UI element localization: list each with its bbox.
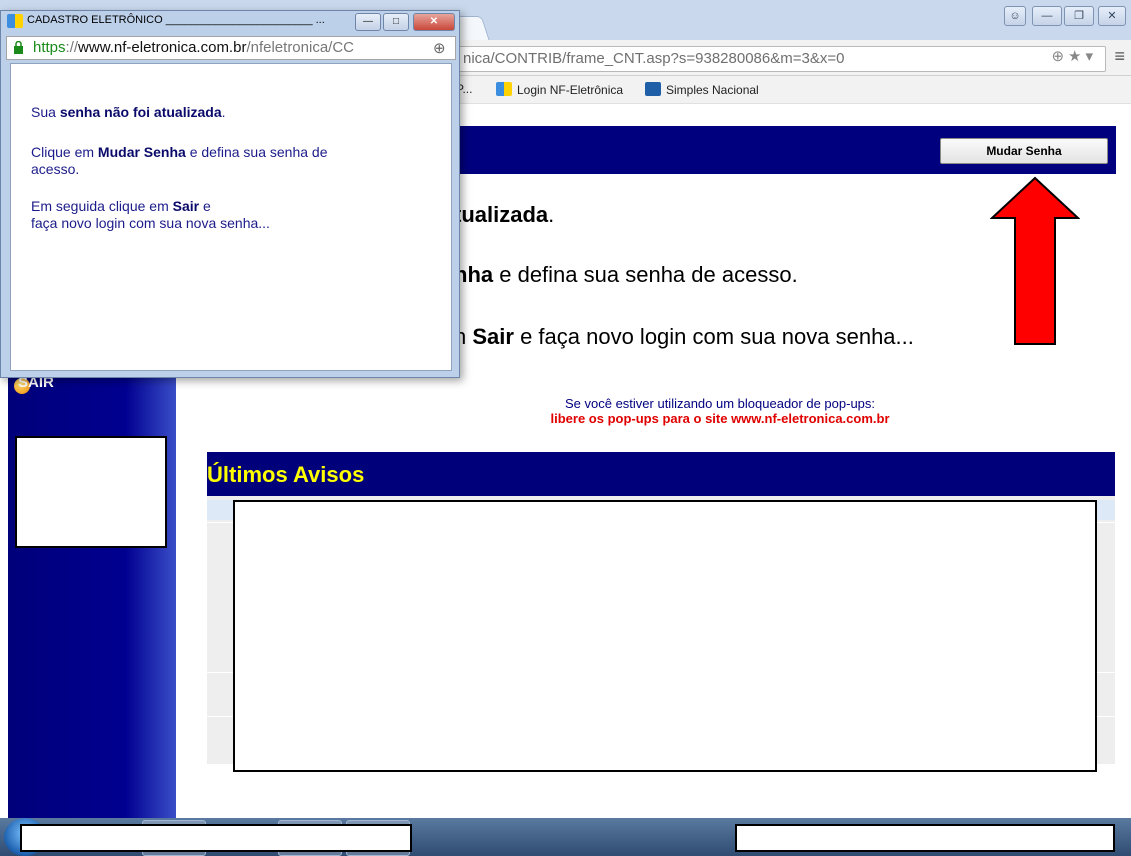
popup-window: CADASTRO ELETRÔNICO ____________________… bbox=[0, 10, 460, 378]
popup-line-3: Em seguida clique em Sair e faça novo log… bbox=[31, 198, 270, 231]
simples-nacional-favicon bbox=[645, 82, 661, 96]
bookmark-login-nf[interactable]: Login NF-Eletrônica bbox=[496, 82, 623, 97]
red-arrow-annotation bbox=[990, 176, 1080, 345]
bookmark-simples-nacional[interactable]: Simples Nacional bbox=[645, 82, 759, 97]
minimize-icon[interactable]: — bbox=[1032, 6, 1062, 26]
avisos-title: Últimos Avisos bbox=[207, 462, 365, 487]
nf-eletronica-favicon bbox=[7, 14, 23, 28]
zoom-icon[interactable]: ⊕ bbox=[1051, 48, 1068, 65]
menu-icon[interactable]: ≡ bbox=[1114, 46, 1125, 67]
popup-blocker-note: Se você estiver utilizando um bloqueador… bbox=[300, 396, 1131, 426]
popup-minimize-icon[interactable]: — bbox=[355, 13, 381, 31]
zoom-icon[interactable]: ⊕ bbox=[433, 39, 446, 57]
message-line-2: nha e defina sua senha de acesso. bbox=[454, 262, 798, 287]
zoom-star-icons[interactable]: ⊕★▾ bbox=[1051, 47, 1097, 65]
bookmark-label: Simples Nacional bbox=[666, 83, 759, 97]
redacted-sidebar-box bbox=[15, 436, 167, 548]
maximize-icon[interactable]: ❐ bbox=[1064, 6, 1094, 26]
popup-title: CADASTRO ELETRÔNICO ____________________… bbox=[27, 14, 325, 26]
redacted-taskbar-box bbox=[735, 824, 1115, 852]
lock-icon bbox=[14, 41, 23, 54]
popup-close-icon[interactable]: ✕ bbox=[413, 13, 455, 31]
popup-body: Sua senha não foi atualizada. Clique em … bbox=[10, 63, 452, 371]
extension-icon[interactable]: ▾ bbox=[1085, 48, 1097, 65]
star-icon[interactable]: ★ bbox=[1068, 48, 1085, 65]
redacted-avisos-box bbox=[233, 500, 1097, 772]
user-icon[interactable]: ☺ bbox=[1004, 6, 1026, 26]
popup-line-2: Clique em Mudar Senha e defina sua senha… bbox=[31, 144, 328, 177]
bookmark-label: Login NF-Eletrônica bbox=[517, 83, 624, 97]
close-icon[interactable]: ✕ bbox=[1098, 6, 1126, 26]
popup-line-1: Sua senha não foi atualizada. bbox=[31, 104, 226, 120]
nf-eletronica-favicon bbox=[496, 82, 512, 96]
popup-url-bar[interactable]: https://www.nf-eletronica.com.br/nfeletr… bbox=[6, 36, 456, 60]
popup-blocker-line-2: libere os pop-ups para o site www.nf-ele… bbox=[550, 411, 890, 426]
redacted-taskbar-box bbox=[20, 824, 412, 852]
popup-blocker-line-1: Se você estiver utilizando um bloqueador… bbox=[564, 396, 876, 411]
message-line-1: tualizada. bbox=[454, 202, 555, 227]
mudar-senha-button[interactable]: Mudar Senha bbox=[940, 138, 1108, 164]
message-line-3: n Sair e faça novo login com sua nova se… bbox=[454, 324, 914, 349]
popup-maximize-icon[interactable]: □ bbox=[383, 13, 409, 31]
